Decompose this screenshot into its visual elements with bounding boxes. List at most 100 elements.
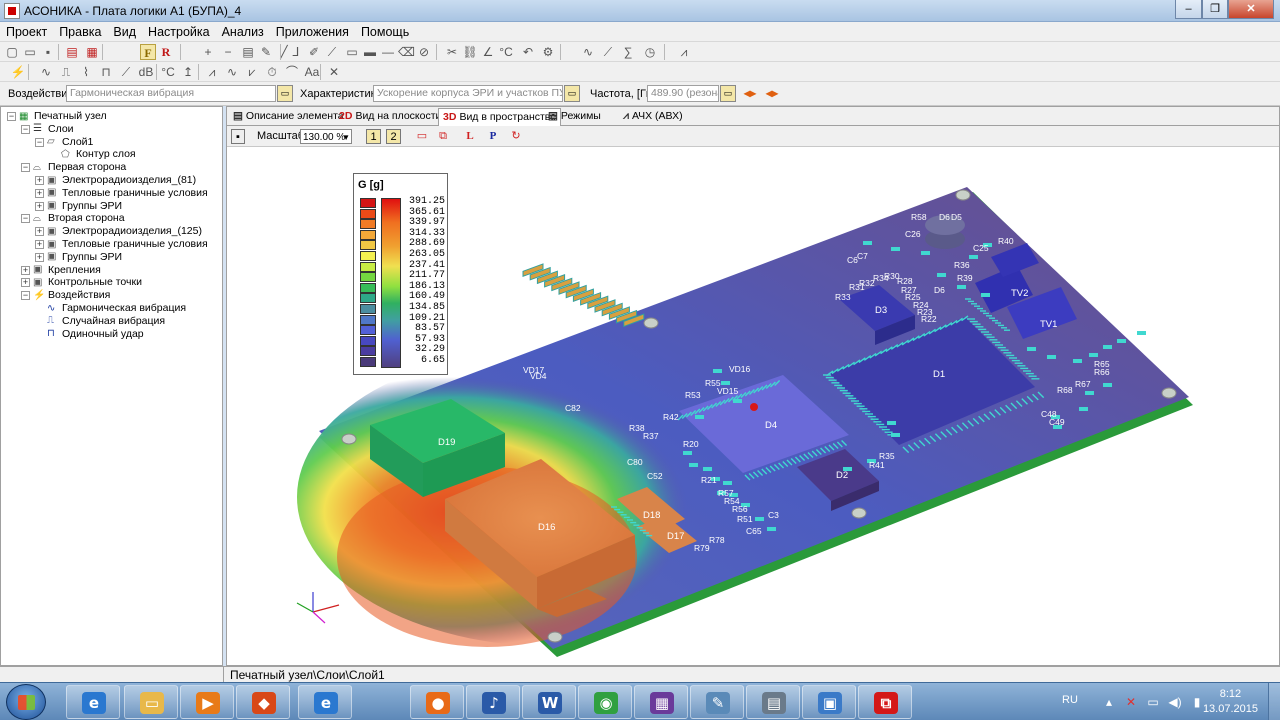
undo-icon[interactable]: ↶: [520, 44, 536, 60]
time-icon[interactable]: ⏱: [264, 64, 280, 80]
tab-3d[interactable]: 3DВид в пространстве: [438, 108, 561, 127]
tree-node[interactable]: −⚡Воздействия: [21, 289, 110, 302]
cross-icon[interactable]: ✕: [326, 64, 342, 80]
taskbar-button[interactable]: ▶: [180, 685, 234, 719]
tree-node[interactable]: ⬠Контур слоя: [49, 148, 136, 161]
impact-field[interactable]: Гармоническая вибрация: [66, 85, 276, 102]
start-button[interactable]: [6, 684, 46, 720]
tree-node[interactable]: +▣Контрольные точки: [21, 276, 142, 289]
sine-wave-icon[interactable]: ∿: [38, 64, 54, 80]
tab-document[interactable]: ▤Режимы: [544, 108, 605, 126]
characteristic-browse-button[interactable]: ▭: [564, 85, 580, 102]
view-2-button[interactable]: 2: [386, 129, 401, 144]
collapse-icon[interactable]: −: [7, 112, 16, 121]
l-button[interactable]: L: [463, 129, 477, 144]
line-chart-icon[interactable]: ⟋: [600, 44, 616, 60]
link-icon[interactable]: ⛓: [462, 44, 478, 60]
tree-node[interactable]: +▣Группы ЭРИ: [35, 251, 122, 264]
menu-item[interactable]: Проект: [0, 22, 53, 42]
expand-icon[interactable]: +: [35, 253, 44, 262]
clock-icon[interactable]: ◷: [642, 44, 658, 60]
eraser-icon[interactable]: ⌫: [398, 44, 414, 60]
r-tool-icon[interactable]: R: [158, 44, 174, 60]
curve-icon[interactable]: ⌒: [284, 64, 300, 80]
taskbar-button[interactable]: ♪: [466, 685, 520, 719]
show-desktop-button[interactable]: [1268, 683, 1280, 720]
taskbar-button[interactable]: ◆: [236, 685, 290, 719]
refresh-icon[interactable]: ↻: [509, 129, 523, 144]
scale-select[interactable]: 130.00 % ▼: [300, 129, 352, 144]
line-icon[interactable]: —: [380, 44, 396, 60]
tree-node[interactable]: −☰Слои: [21, 123, 74, 136]
temp-arrow-icon[interactable]: ↥: [180, 64, 196, 80]
characteristic-field[interactable]: Ускорение корпуса ЭРИ и участков ПУ: [373, 85, 563, 102]
expand-icon[interactable]: +: [21, 266, 30, 275]
sine2-icon[interactable]: ∿: [224, 64, 240, 80]
report-icon[interactable]: ▦: [84, 44, 100, 60]
expand-icon[interactable]: +: [35, 227, 44, 236]
cut-icon[interactable]: ✂: [444, 44, 460, 60]
zoom-in-icon[interactable]: +: [200, 44, 216, 60]
taskbar-button[interactable]: ▣: [802, 685, 856, 719]
draw-icon[interactable]: ✐: [306, 44, 322, 60]
calc-icon[interactable]: ∑: [620, 44, 636, 60]
graph-icon[interactable]: ⩘: [676, 44, 692, 60]
network-error-icon[interactable]: ✕: [1124, 695, 1138, 708]
collapse-icon[interactable]: −: [21, 163, 30, 172]
save-view-button[interactable]: ▪: [231, 129, 245, 144]
wave-icon[interactable]: ∿: [580, 44, 596, 60]
pencil-icon[interactable]: ✎: [258, 44, 274, 60]
taskbar-button[interactable]: ◉: [578, 685, 632, 719]
pulse-icon[interactable]: ⊓: [98, 64, 114, 80]
step-icon[interactable]: ⎍: [58, 64, 74, 80]
collapse-icon[interactable]: −: [21, 214, 30, 223]
tree-node[interactable]: +▣Электрорадиоизделия_(125): [35, 225, 202, 238]
power-icon[interactable]: ▮: [1190, 695, 1204, 708]
taskbar-button[interactable]: e: [66, 685, 120, 719]
impact-browse-button[interactable]: ▭: [277, 85, 293, 102]
3d-view-canvas[interactable]: R58D6D5C26C25R40C6C7R36R39D6TV2R30R28R27…: [227, 147, 1279, 665]
frequency-browse-button[interactable]: ▭: [720, 85, 736, 102]
ramp-icon[interactable]: ⟋: [118, 64, 134, 80]
maximize-button[interactable]: ❐: [1202, 0, 1228, 19]
rectangle-select-icon[interactable]: ▭: [415, 129, 429, 144]
next-frequency-button[interactable]: ◂▸: [766, 86, 778, 100]
rect-icon[interactable]: ▭: [344, 44, 360, 60]
expand-icon[interactable]: +: [35, 176, 44, 185]
tab-2d[interactable]: 2DВид на плоскости: [335, 108, 445, 126]
lightning-icon[interactable]: ⚡: [10, 64, 26, 80]
menu-item[interactable]: Анализ: [216, 22, 270, 42]
taskbar-button[interactable]: ✎: [690, 685, 744, 719]
collapse-icon[interactable]: −: [21, 291, 30, 300]
open-file-icon[interactable]: ▭: [22, 44, 38, 60]
f-tool-icon[interactable]: F: [140, 44, 156, 60]
tool-icon[interactable]: ⚙: [540, 44, 556, 60]
random-icon[interactable]: ⌇: [78, 64, 94, 80]
tree-node[interactable]: +▣Тепловые граничные условия: [35, 187, 208, 200]
menu-item[interactable]: Вид: [107, 22, 142, 42]
zoom-out-icon[interactable]: −: [220, 44, 236, 60]
expand-icon[interactable]: +: [35, 189, 44, 198]
db-icon[interactable]: dB: [138, 64, 154, 80]
tree-node[interactable]: ⎍Случайная вибрация: [35, 315, 165, 328]
lasso-icon[interactable]: ⊘: [416, 44, 432, 60]
angle-icon[interactable]: ∠: [480, 44, 496, 60]
menu-item[interactable]: Приложения: [270, 22, 355, 42]
menu-item[interactable]: Помощь: [355, 22, 415, 42]
brush-icon[interactable]: ⟋: [324, 44, 340, 60]
volume-icon[interactable]: ◀): [1168, 695, 1182, 708]
taskbar-button[interactable]: ▭: [124, 685, 178, 719]
tree-node[interactable]: −⌓Первая сторона: [21, 161, 126, 174]
multi-wave-icon[interactable]: ⩘: [204, 64, 220, 80]
tree-node[interactable]: −⌓Вторая сторона: [21, 212, 125, 225]
tree-node[interactable]: +▣Крепления: [21, 264, 101, 277]
taskbar-button[interactable]: ⧉: [858, 685, 912, 719]
tree-node[interactable]: −▱Слой1: [35, 136, 93, 149]
temp-icon[interactable]: °C: [498, 44, 514, 60]
p-button[interactable]: P: [486, 129, 500, 144]
tree-node[interactable]: +▣Электрорадиоизделия_(81): [35, 174, 196, 187]
text-icon[interactable]: Aa: [304, 64, 320, 80]
taskbar-button[interactable]: W: [522, 685, 576, 719]
tree-node[interactable]: ∿Гармоническая вибрация: [35, 302, 186, 315]
collapse-icon[interactable]: −: [21, 125, 30, 134]
